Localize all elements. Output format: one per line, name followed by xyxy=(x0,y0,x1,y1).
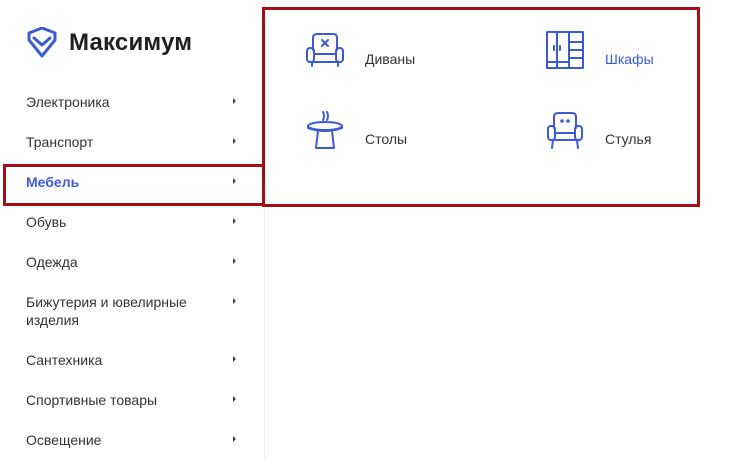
category-label: Сантехника xyxy=(26,352,103,368)
chevron-right-icon xyxy=(233,178,236,184)
chevron-right-icon xyxy=(233,436,236,442)
subcategory-sofas[interactable]: Диваны xyxy=(303,28,415,72)
category-menu: Электроника Транспорт Мебель Обувь Одежд… xyxy=(0,84,264,461)
subcategory-wardrobes[interactable]: Шкафы xyxy=(543,28,654,72)
category-label: Освещение xyxy=(26,432,102,448)
category-item-shoes[interactable]: Обувь xyxy=(0,204,264,244)
category-label: Электроника xyxy=(26,94,110,110)
sofa-icon xyxy=(306,33,344,67)
chevron-right-icon xyxy=(233,356,236,362)
chevron-right-icon xyxy=(233,138,236,144)
chevron-right-icon xyxy=(233,298,236,304)
category-label: Мебель xyxy=(26,174,80,190)
subcategory-tables[interactable]: Столы xyxy=(303,108,407,152)
furniture-submenu: Диваны Шкафы Столы Стулья xyxy=(262,7,700,207)
category-label: Одежда xyxy=(26,254,78,270)
category-label: Спортивные товары xyxy=(26,392,158,408)
subcategory-label: Диваны xyxy=(365,51,416,67)
shield-logo-icon xyxy=(27,27,57,58)
subcategory-label: Шкафы xyxy=(605,51,654,67)
category-item-electronics[interactable]: Электроника xyxy=(0,84,264,124)
category-item-transport[interactable]: Транспорт xyxy=(0,124,264,164)
category-item-jewelry[interactable]: Бижутерия и ювелирные изделия xyxy=(0,284,264,342)
category-item-clothing[interactable]: Одежда xyxy=(0,244,264,284)
brand-name: Максимум xyxy=(69,29,193,56)
category-item-lighting[interactable]: Освещение xyxy=(0,422,264,461)
chevron-right-icon xyxy=(233,218,236,224)
category-label: Транспорт xyxy=(26,134,94,150)
subcategory-label: Стулья xyxy=(605,131,652,147)
armchair-icon xyxy=(547,112,583,149)
table-icon xyxy=(307,111,343,149)
catalog-menu-screen: Максимум Электроника Транспорт Мебель Об… xyxy=(0,0,735,461)
category-label: Обувь xyxy=(26,214,67,230)
subcategory-label: Столы xyxy=(365,131,408,147)
category-item-plumbing[interactable]: Сантехника xyxy=(0,342,264,382)
category-item-furniture[interactable]: Мебель xyxy=(0,164,264,204)
chevron-right-icon xyxy=(233,396,236,402)
chevron-right-icon xyxy=(233,258,236,264)
brand-logo[interactable]: Максимум xyxy=(26,27,192,59)
category-item-sports[interactable]: Спортивные товары xyxy=(0,382,264,422)
catalog-sidebar: Максимум Электроника Транспорт Мебель Об… xyxy=(0,0,265,461)
wardrobe-icon xyxy=(546,31,584,69)
category-label: Бижутерия и ювелирные изделия xyxy=(26,294,187,328)
chevron-right-icon xyxy=(233,98,236,104)
subcategory-chairs[interactable]: Стулья xyxy=(543,108,651,152)
